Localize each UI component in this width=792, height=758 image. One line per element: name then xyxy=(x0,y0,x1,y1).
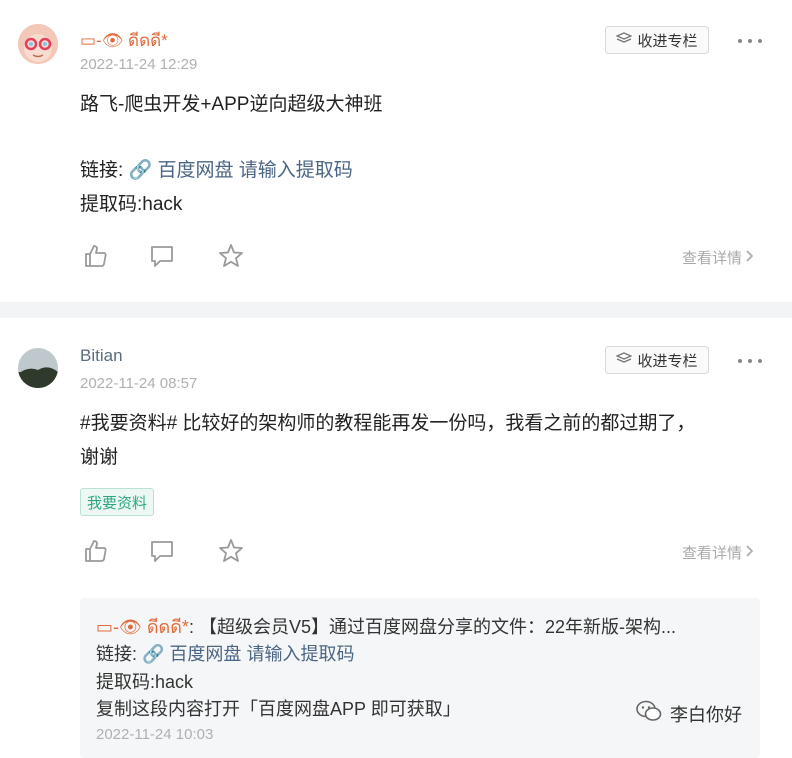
post-content: 路飞-爬虫开发+APP逆向超级大神班 链接: 🔗 百度网盘 请输入提取码 提取码… xyxy=(80,88,382,222)
reply-text: : 【超级会员V5】通过百度网盘分享的文件：22年新版-架构... xyxy=(188,617,676,637)
reply-author[interactable]: ▭-👁 ดีดดี* xyxy=(96,617,189,637)
post-card: ▭-👁 ดีดดี* 2022-11-24 12:29 收进专栏 路飞-爬虫开发… xyxy=(0,0,792,302)
view-details-link[interactable]: 查看详情 xyxy=(682,247,754,268)
comment-icon[interactable] xyxy=(148,242,176,270)
star-icon[interactable] xyxy=(217,537,245,565)
post-content: #我要资料# 比较好的架构师的教程能再发一份吗，我看之前的都过期了， 谢谢 xyxy=(80,407,695,475)
share-link-line: 链接: 🔗 百度网盘 请输入提取码 xyxy=(80,154,382,188)
username[interactable]: Bitian xyxy=(80,346,123,366)
more-options-icon[interactable] xyxy=(738,351,762,371)
avatar-image xyxy=(18,348,58,388)
reply-link-line: 链接: 🔗 百度网盘 请输入提取码 xyxy=(96,640,354,666)
post-time: 2022-11-24 08:57 xyxy=(80,375,198,392)
link-prefix: 链接: xyxy=(96,644,143,664)
extract-code: 提取码:hack xyxy=(80,194,183,215)
brand-watermark: 李白你好 xyxy=(636,700,742,727)
link-icon: 🔗 xyxy=(142,644,170,664)
like-icon[interactable] xyxy=(82,537,110,565)
wechat-icon xyxy=(636,700,662,727)
collect-to-column-button[interactable]: 收进专栏 xyxy=(605,346,709,374)
post-card: Bitian 2022-11-24 08:57 收进专栏 #我要资料# 比较好的… xyxy=(0,318,792,758)
share-link[interactable]: 百度网盘 请输入提取码 xyxy=(158,160,353,181)
collect-button-label: 收进专栏 xyxy=(637,32,698,50)
star-icon[interactable] xyxy=(217,242,245,270)
collect-button-label: 收进专栏 xyxy=(637,352,698,370)
avatar[interactable] xyxy=(18,24,58,64)
post-body-line: #我要资料# 比较好的架构师的教程能再发一份吗，我看之前的都过期了， xyxy=(80,413,696,434)
stack-icon xyxy=(615,351,634,369)
share-link[interactable]: 百度网盘 请输入提取码 xyxy=(169,644,354,664)
link-icon: 🔗 xyxy=(128,160,158,181)
topic-tag[interactable]: 我要资料 xyxy=(80,488,155,516)
reply-copy-hint: 复制这段内容打开「百度网盘APP 即可获取」 xyxy=(96,699,461,719)
brand-name: 李白你好 xyxy=(670,704,742,725)
post-body-line: 谢谢 xyxy=(80,447,119,468)
reply-time: 2022-11-24 10:03 xyxy=(96,726,214,743)
avatar-image xyxy=(18,24,58,64)
stack-icon xyxy=(615,31,634,49)
like-icon[interactable] xyxy=(82,242,110,270)
avatar[interactable] xyxy=(18,348,58,388)
chevron-right-icon xyxy=(745,249,754,266)
view-details-label: 查看详情 xyxy=(682,250,743,267)
post-separator xyxy=(0,302,792,318)
reply-comment: ▭-👁 ดีดดี*: 【超级会员V5】通过百度网盘分享的文件：22年新版-架构… xyxy=(80,598,760,758)
collect-to-column-button[interactable]: 收进专栏 xyxy=(605,26,709,54)
post-time: 2022-11-24 12:29 xyxy=(80,56,198,73)
link-prefix: 链接: xyxy=(80,160,129,181)
view-details-label: 查看详情 xyxy=(682,545,743,562)
post-title: 路飞-爬虫开发+APP逆向超级大神班 xyxy=(80,94,383,115)
reply-header: ▭-👁 ดีดดี*: 【超级会员V5】通过百度网盘分享的文件：22年新版-架构… xyxy=(96,612,676,641)
username[interactable]: ▭-👁 ดีดดี* xyxy=(80,27,168,54)
chevron-right-icon xyxy=(745,544,754,561)
comment-icon[interactable] xyxy=(148,537,176,565)
more-options-icon[interactable] xyxy=(738,31,762,51)
view-details-link[interactable]: 查看详情 xyxy=(682,542,754,563)
reply-extract-code: 提取码:hack xyxy=(96,672,194,692)
